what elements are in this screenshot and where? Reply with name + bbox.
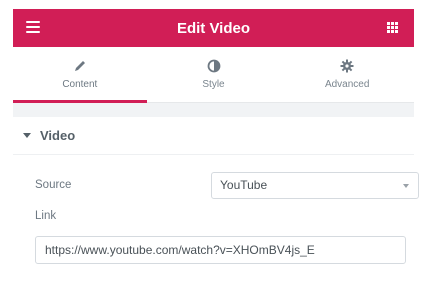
tab-style[interactable]: Style [147,47,281,102]
tab-content-label: Content [62,79,98,90]
source-row: Source YouTube [13,170,419,200]
tab-advanced[interactable]: Advanced [280,47,414,102]
link-value: https://www.youtube.com/watch?v=XHOmBV4j… [45,243,315,257]
panel-gap [13,103,414,117]
tab-advanced-label: Advanced [324,79,370,90]
tab-content[interactable]: Content [13,47,147,103]
hamburger-icon[interactable] [26,21,40,35]
section-video-header[interactable]: Video [13,117,414,155]
caret-down-icon [23,133,31,138]
pencil-icon [74,61,85,71]
half-circle-icon [207,59,220,73]
source-label: Source [35,179,72,191]
link-label: Link [35,210,57,222]
panel-bottom [13,268,414,307]
source-select[interactable]: YouTube [211,171,419,199]
grid-icon[interactable] [387,22,398,33]
tab-bar: Content Style Advanced [13,47,414,103]
tab-style-label: Style [202,79,225,90]
gear-icon [340,59,354,73]
panel-title: Edit Video [176,19,251,37]
chevron-down-icon [403,183,409,188]
source-value: YouTube [220,178,268,192]
editor-header: Edit Video [13,9,414,47]
link-input[interactable]: https://www.youtube.com/watch?v=XHOmBV4j… [35,236,406,264]
section-title: Video [40,128,76,143]
